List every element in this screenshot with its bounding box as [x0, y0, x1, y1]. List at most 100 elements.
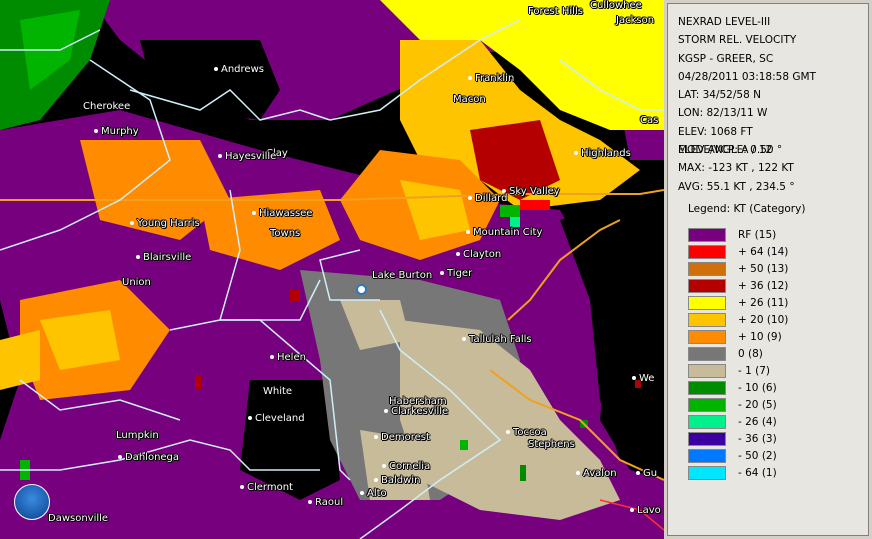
legend-row: 0 (8) [688, 345, 788, 362]
legend: RF (15) + 64 (14) + 50 (13) + 36 (12) + 26 (… [688, 226, 788, 481]
place-label: Blairsville [136, 252, 191, 263]
place-label: Avalon [576, 468, 617, 479]
place-name: Helen [277, 352, 306, 363]
place-label: Dawsonville [48, 513, 108, 524]
place-label: Cullowhee [590, 0, 642, 11]
legend-label: 0 (8) [738, 347, 763, 360]
elev-text: ELEV: 1068 FT [678, 125, 753, 138]
place-dot [456, 252, 460, 256]
place-dot [468, 196, 472, 200]
place-dot [506, 430, 510, 434]
place-name: We [639, 373, 655, 384]
place-dot [118, 455, 122, 459]
legend-label: RF (15) [738, 228, 777, 241]
legend-row: - 26 (4) [688, 413, 788, 430]
place-dot [466, 230, 470, 234]
legend-label: + 36 (12) [738, 279, 789, 292]
place-name: Andrews [221, 64, 264, 75]
place-name: Jackson [616, 15, 655, 26]
place-name: Cas [640, 115, 659, 126]
place-dot [360, 491, 364, 495]
legend-label: - 64 (1) [738, 466, 777, 479]
legend-label: - 20 (5) [738, 398, 777, 411]
place-dot [440, 271, 444, 275]
place-label: Andrews [214, 64, 264, 75]
place-dot [240, 485, 244, 489]
place-dot [270, 355, 274, 359]
place-dot [374, 478, 378, 482]
place-name: Highlands [581, 148, 631, 159]
place-name: Raoul [315, 497, 344, 508]
place-label: White [263, 386, 292, 397]
legend-label: - 1 (7) [738, 364, 771, 377]
legend-swatch [688, 312, 726, 327]
place-dot [462, 337, 466, 341]
place-name: Clayton [463, 249, 502, 260]
place-label: Jackson [616, 15, 654, 26]
legend-label: + 20 (10) [738, 313, 789, 326]
info-panel: NEXRAD LEVEL-III STORM REL. VELOCITY KGS… [664, 0, 872, 539]
place-name: Murphy [101, 126, 139, 137]
place-label: Franklin [468, 73, 514, 84]
legend-row: + 50 (13) [688, 260, 788, 277]
legend-row: - 36 (3) [688, 430, 788, 447]
place-name: Forest Hills [528, 6, 583, 17]
noaa-logo-icon [14, 484, 50, 520]
legend-label: - 36 (3) [738, 432, 777, 445]
place-name: Demorest [381, 432, 430, 443]
legend-row: + 26 (11) [688, 294, 788, 311]
place-label: We [632, 373, 654, 384]
place-name: Cornelia [389, 461, 431, 472]
product-text: NEXRAD LEVEL-III [678, 16, 771, 28]
place-name: Dillard [475, 193, 508, 204]
legend-label: + 10 (9) [738, 330, 782, 343]
legend-row: + 10 (9) [688, 328, 788, 345]
place-name: Baldwin [381, 475, 421, 486]
place-label: Clermont [240, 482, 293, 493]
legend-row: - 64 (1) [688, 464, 788, 481]
legend-row: - 1 (7) [688, 362, 788, 379]
place-dot [136, 255, 140, 259]
legend-swatch [688, 261, 726, 276]
place-label: Toccoa [506, 427, 547, 438]
place-name: Union [122, 277, 151, 288]
legend-label: - 26 (4) [738, 415, 777, 428]
place-name: White [263, 386, 293, 397]
place-label: Tiger [440, 268, 472, 279]
legend-row: - 20 (5) [688, 396, 788, 413]
place-label: Macon [453, 94, 486, 105]
legend-swatch [688, 363, 726, 378]
place-name: Hayesville [225, 151, 277, 162]
place-label: Alto [360, 488, 387, 499]
place-name: Cleveland [255, 413, 305, 424]
place-dot [630, 508, 634, 512]
place-label: Forest Hills [528, 6, 583, 17]
place-dot [374, 435, 378, 439]
radar-velocity-image [0, 0, 664, 539]
place-label: Young Harris [130, 218, 200, 229]
place-label: Cherokee [83, 101, 130, 112]
place-name: Hiawassee [259, 208, 313, 219]
place-dot [94, 129, 98, 133]
stats-block: ELEV ANGLE: 0.50 ° MAX: -123 KT , 122 KT… [678, 141, 795, 196]
place-label: Towns [270, 228, 300, 239]
place-label: Tallulah Falls [462, 334, 532, 345]
place-name: Tiger [447, 268, 473, 279]
place-label: Sky Valley [502, 186, 560, 197]
legend-row: + 20 (10) [688, 311, 788, 328]
place-label: Mountain City [466, 227, 542, 238]
place-label: Gu [636, 468, 657, 479]
place-name: Blairsville [143, 252, 192, 263]
legend-swatch [688, 346, 726, 361]
legend-label: + 50 (13) [738, 262, 789, 275]
place-label: Cleveland [248, 413, 305, 424]
legend-label: + 64 (14) [738, 245, 789, 258]
place-name: Mountain City [473, 227, 543, 238]
legend-swatch [688, 295, 726, 310]
place-dot [130, 221, 134, 225]
place-name: Cullowhee [590, 0, 642, 11]
radar-map[interactable]: Forest Hills Cullowhee Jackson Andrews F… [0, 0, 664, 539]
legend-swatch [688, 227, 726, 242]
place-dot [632, 376, 636, 380]
place-label: Cas [640, 115, 658, 126]
